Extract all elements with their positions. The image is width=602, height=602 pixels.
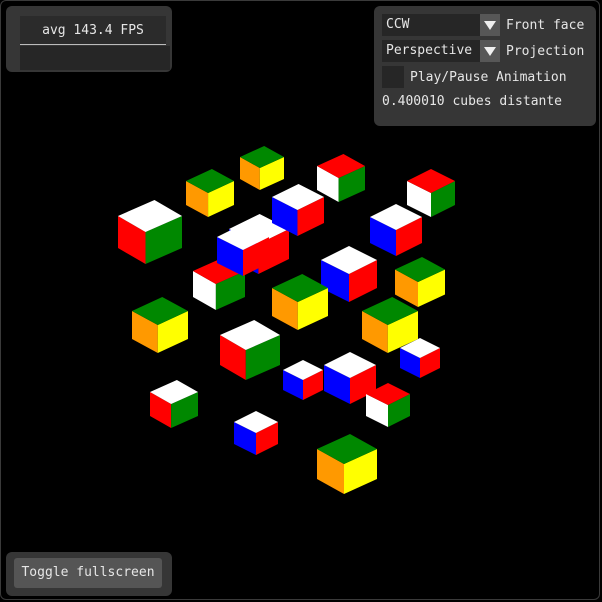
distance-row: 0.400010 cubes distante xyxy=(382,90,562,112)
cube xyxy=(150,380,198,428)
animation-checkbox[interactable] xyxy=(382,66,404,88)
fps-graph xyxy=(20,46,170,70)
chevron-down-icon[interactable] xyxy=(480,40,500,62)
cube xyxy=(317,434,377,494)
projection-row: Perspective Projection xyxy=(382,40,584,62)
cube xyxy=(395,257,445,307)
fps-readout: avg 143.4 FPS xyxy=(20,16,166,45)
front-face-label: Front face xyxy=(506,17,585,33)
animation-label: Play/Pause Animation xyxy=(410,69,567,85)
cube xyxy=(407,169,455,217)
controls-panel: CCW Front face Perspective Projection Pl… xyxy=(374,6,596,126)
cube xyxy=(240,146,284,190)
cube xyxy=(272,274,328,330)
cube xyxy=(317,154,365,202)
cube xyxy=(283,360,323,400)
front-face-dropdown[interactable]: CCW xyxy=(382,14,500,36)
cube xyxy=(186,169,234,217)
front-face-value: CCW xyxy=(386,17,410,32)
cube xyxy=(118,200,182,264)
toggle-fullscreen-button[interactable]: Toggle fullscreen xyxy=(14,558,162,588)
fps-panel: avg 143.4 FPS xyxy=(6,6,172,72)
chevron-down-icon[interactable] xyxy=(480,14,500,36)
cube xyxy=(132,297,188,353)
fullscreen-panel: Toggle fullscreen xyxy=(6,552,172,596)
animation-row: Play/Pause Animation xyxy=(382,66,567,88)
cube xyxy=(370,204,422,256)
front-face-row: CCW Front face xyxy=(382,14,584,36)
projection-value: Perspective xyxy=(386,43,473,58)
projection-dropdown[interactable]: Perspective xyxy=(382,40,500,62)
distance-readout: 0.400010 cubes distante xyxy=(382,93,563,109)
projection-label: Projection xyxy=(506,43,585,59)
cube xyxy=(321,246,377,302)
cube xyxy=(220,320,280,380)
cube xyxy=(234,411,278,455)
